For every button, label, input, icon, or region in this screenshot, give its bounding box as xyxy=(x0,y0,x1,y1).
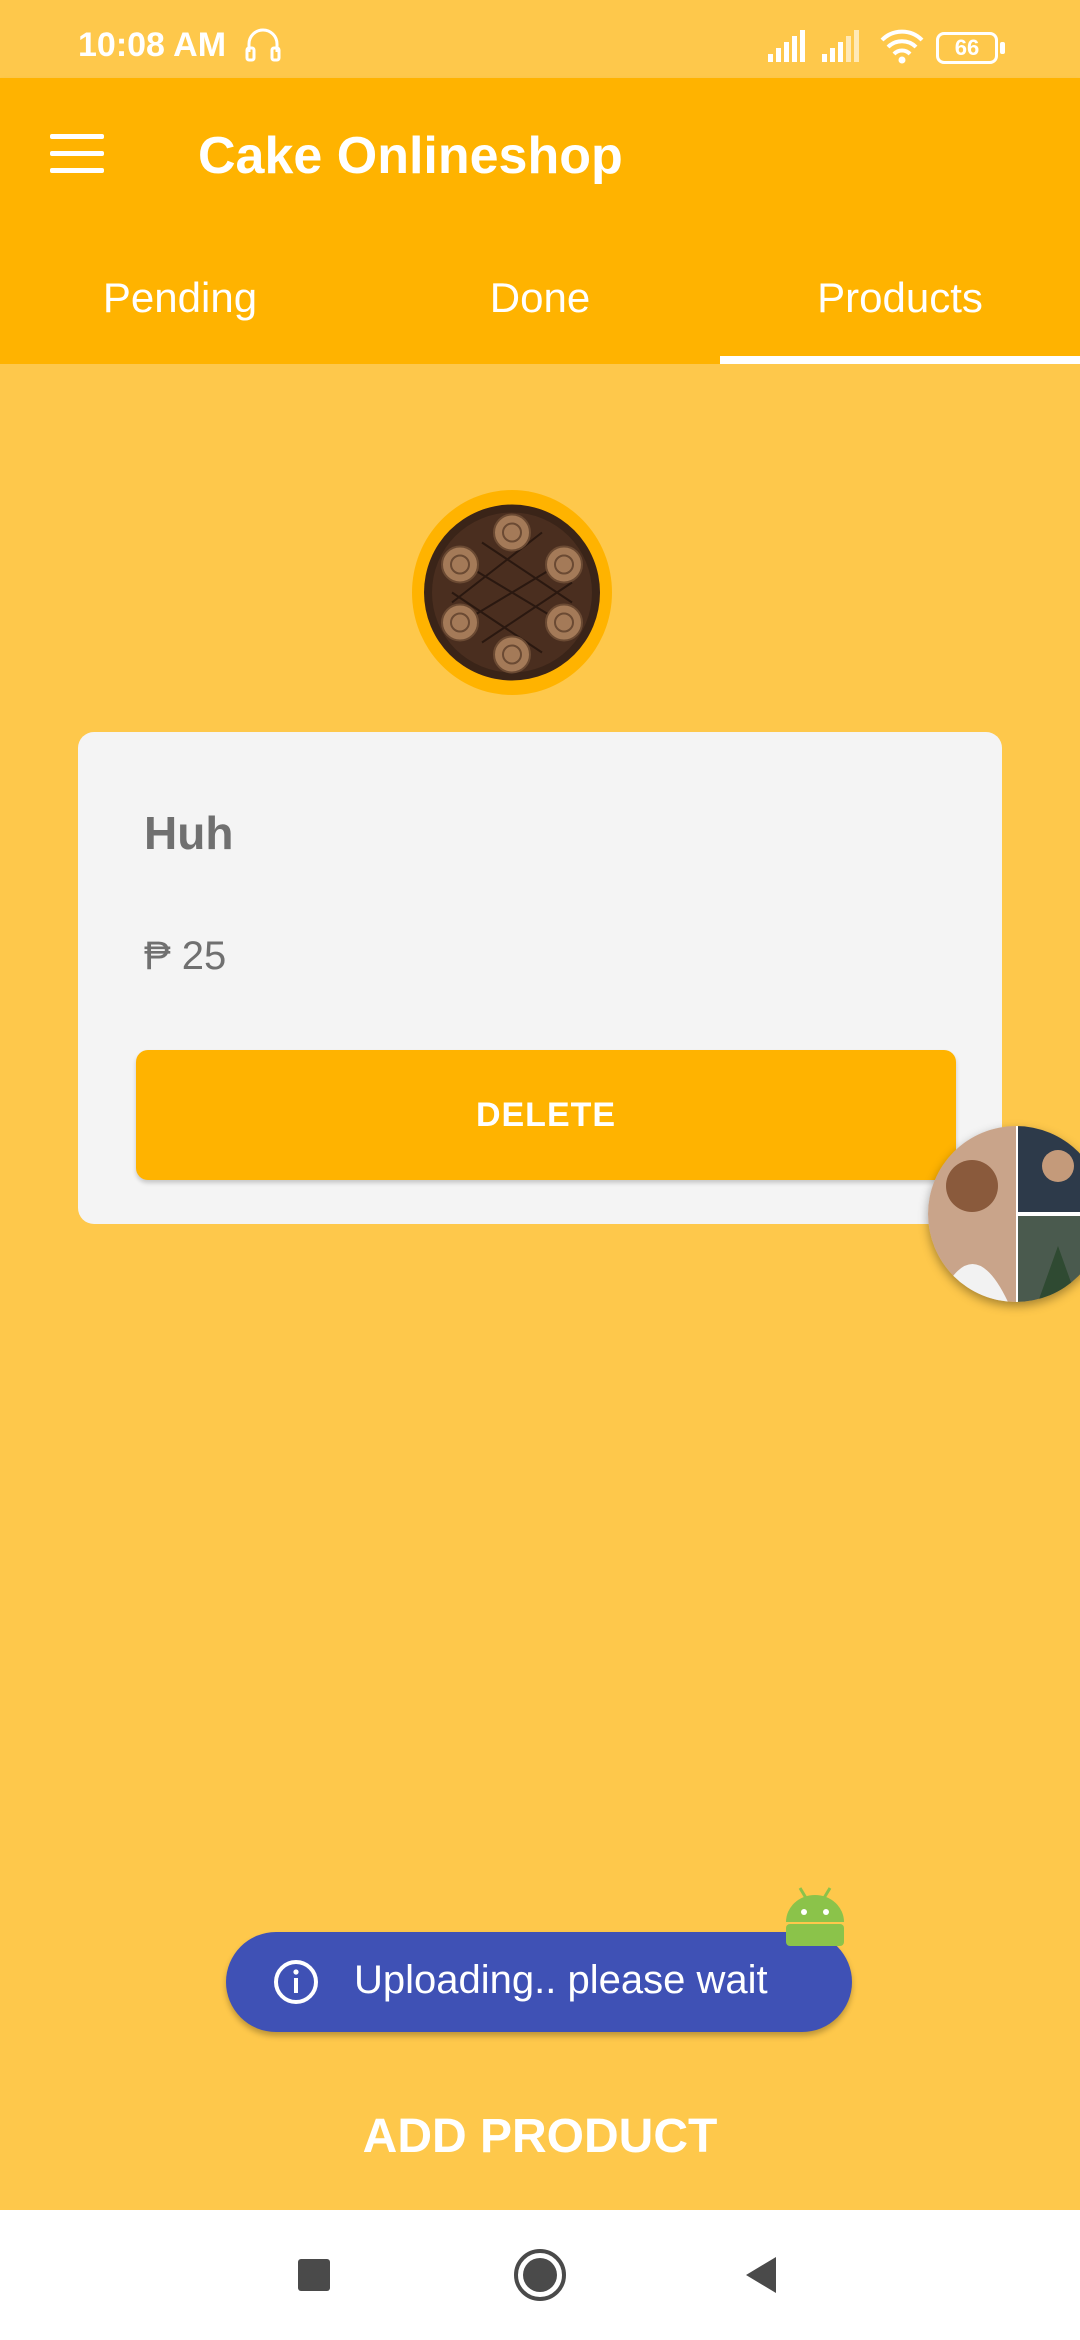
cake-image xyxy=(424,504,600,681)
tab-indicator xyxy=(720,356,1080,364)
home-button[interactable] xyxy=(480,2210,600,2340)
info-icon xyxy=(274,1960,318,2004)
back-icon xyxy=(746,2257,776,2293)
wifi-icon xyxy=(880,29,924,64)
status-time: 10:08 AM xyxy=(78,26,227,64)
tab-bar: Pending Done Products xyxy=(0,232,1080,364)
home-icon xyxy=(514,2249,566,2301)
product-price: ₱ 25 xyxy=(144,934,227,978)
app-bar: Cake Onlineshop xyxy=(0,78,1080,232)
hamburger-menu-icon[interactable] xyxy=(50,134,104,174)
tab-products[interactable]: Products xyxy=(720,232,1080,364)
add-product-button[interactable]: ADD PRODUCT xyxy=(0,2096,1080,2176)
status-bar: 10:08 AM 66 xyxy=(0,0,1080,78)
recents-icon xyxy=(298,2259,330,2291)
navigation-bar xyxy=(0,2210,1080,2340)
product-card: Huh ₱ 25 DELETE xyxy=(78,732,1002,1224)
android-icon xyxy=(786,1887,844,1946)
recents-button[interactable] xyxy=(254,2210,374,2340)
tab-pending[interactable]: Pending xyxy=(0,232,360,364)
headset-icon xyxy=(245,28,281,62)
app-title: Cake Onlineshop xyxy=(198,127,623,185)
toast-message: Uploading.. please wait xyxy=(354,1958,768,2002)
battery-icon: 66 xyxy=(936,32,998,64)
battery-tip xyxy=(1000,42,1005,54)
delete-button[interactable]: DELETE xyxy=(136,1050,956,1180)
product-image xyxy=(412,490,612,695)
tab-done[interactable]: Done xyxy=(360,232,720,364)
signal-icon-2 xyxy=(822,30,859,62)
toast: Uploading.. please wait xyxy=(226,1932,852,2032)
back-button[interactable] xyxy=(704,2210,824,2340)
signal-icon xyxy=(768,30,805,62)
product-name: Huh xyxy=(144,807,234,859)
